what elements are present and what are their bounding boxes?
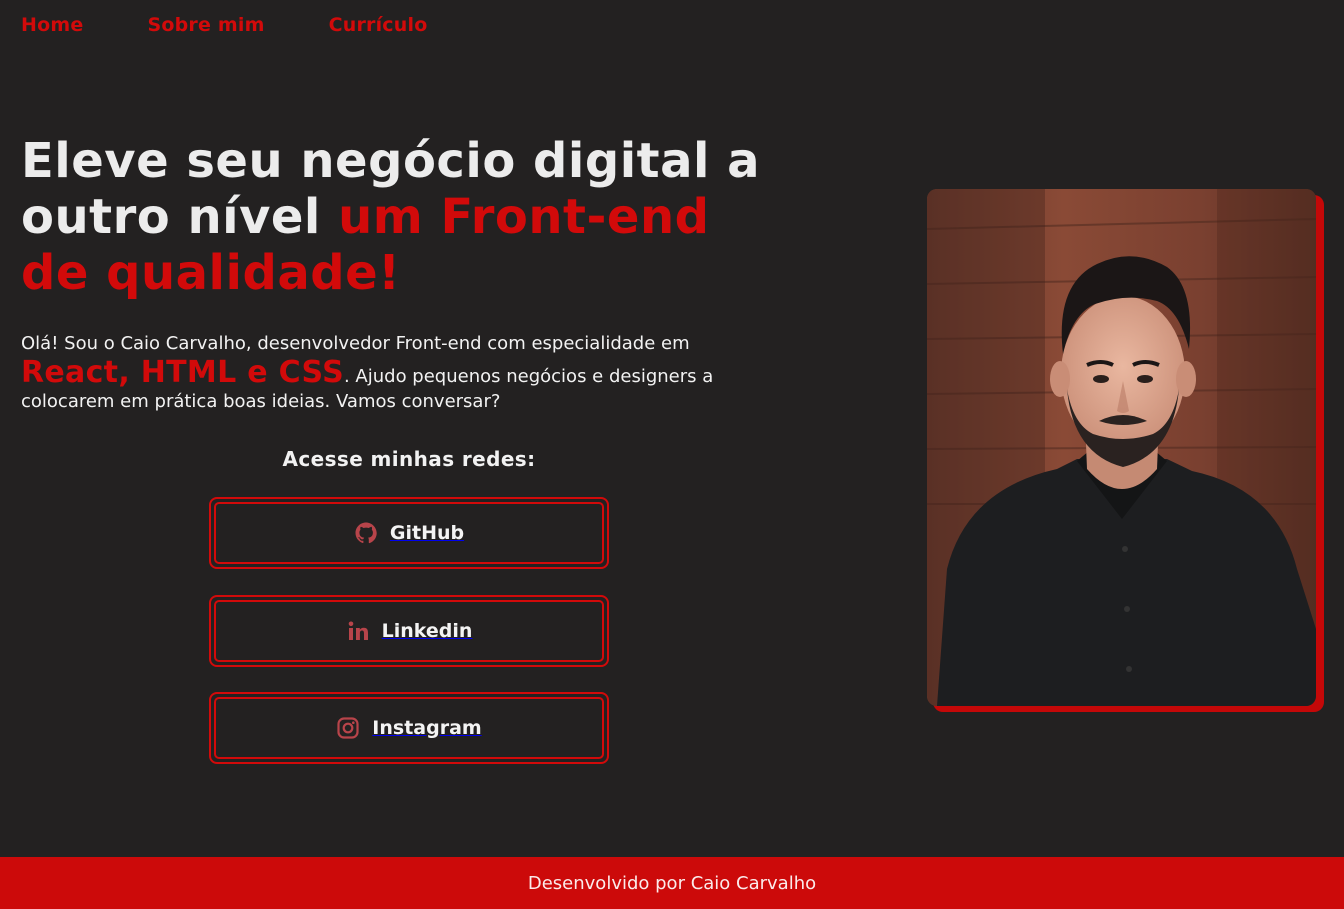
linkedin-button[interactable]: Linkedin: [209, 595, 609, 667]
footer-text: Desenvolvido por Caio Carvalho: [527, 872, 817, 894]
intro-before: Olá! Sou o Caio Carvalho, desenvolvedor …: [21, 333, 690, 354]
linkedin-label: Linkedin: [381, 620, 473, 642]
nav-curriculo[interactable]: Currículo: [329, 14, 428, 36]
top-nav: Home Sobre mim Currículo: [21, 14, 491, 36]
instagram-button[interactable]: Instagram: [209, 692, 609, 764]
github-label: GitHub: [389, 522, 465, 544]
github-icon: [354, 521, 378, 545]
intro-text: Olá! Sou o Caio Carvalho, desenvolvedor …: [21, 332, 791, 414]
social-title: Acesse minhas redes:: [282, 447, 536, 471]
hero-headline: Eleve seu negócio digital a outro nível …: [21, 133, 781, 301]
page: Home Sobre mim Currículo Eleve seu negóc…: [0, 0, 1344, 909]
github-button[interactable]: GitHub: [209, 497, 609, 569]
instagram-icon: [336, 716, 360, 740]
instagram-label: Instagram: [372, 717, 482, 739]
intro-tech: React, HTML e CSS: [21, 355, 344, 390]
nav-home[interactable]: Home: [21, 14, 83, 36]
profile-photo: [927, 189, 1316, 706]
linkedin-icon: [346, 619, 370, 643]
nav-sobre-mim[interactable]: Sobre mim: [147, 14, 264, 36]
footer: Desenvolvido por Caio Carvalho: [0, 857, 1344, 909]
